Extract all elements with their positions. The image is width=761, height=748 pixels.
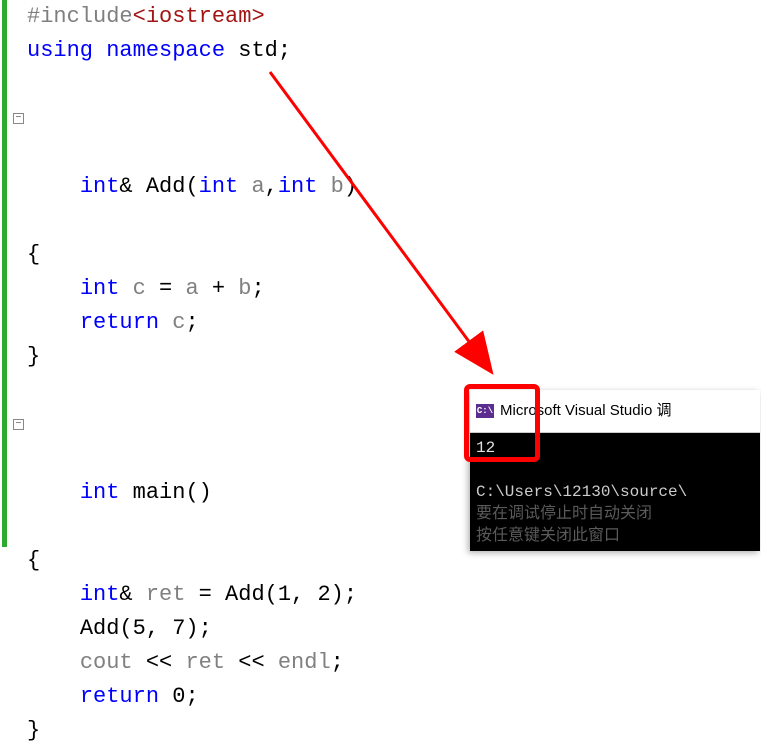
code-line: int c = a + b;: [27, 272, 761, 306]
console-output: 12 C:\Users\12130\source\ 要在调试停止时自动关闭 按任…: [470, 433, 760, 551]
code-line: using namespace std;: [27, 34, 761, 68]
code-line: }: [27, 340, 761, 374]
code-line: int& ret = Add(1, 2);: [27, 578, 761, 612]
program-output: 12: [476, 439, 495, 457]
code-line: }: [27, 714, 761, 748]
code-line: cout << ret << endl;: [27, 646, 761, 680]
console-titlebar[interactable]: C:\ Microsoft Visual Studio 调: [470, 390, 760, 433]
console-line: 要在调试停止时自动关闭: [476, 505, 652, 523]
fold-toggle-icon[interactable]: −: [13, 419, 24, 430]
code-line: Add(5, 7);: [27, 612, 761, 646]
console-line: 按任意键关闭此窗口: [476, 527, 620, 545]
console-window[interactable]: C:\ Microsoft Visual Studio 调 12 C:\User…: [470, 390, 760, 551]
code-line: return c;: [27, 306, 761, 340]
fold-toggle-icon[interactable]: −: [13, 113, 24, 124]
include-header: <iostream>: [133, 4, 265, 29]
console-path: C:\Users\12130\source\: [476, 483, 687, 501]
vs-console-icon: C:\: [476, 404, 494, 418]
code-line: − int& Add(int a,int b): [27, 102, 761, 238]
preproc-directive: #include: [27, 4, 133, 29]
code-line: {: [27, 238, 761, 272]
code-line: #include<iostream>: [27, 0, 761, 34]
console-title-text: Microsoft Visual Studio 调: [500, 394, 671, 428]
code-line: return 0;: [27, 680, 761, 714]
blank-line: [27, 68, 761, 102]
